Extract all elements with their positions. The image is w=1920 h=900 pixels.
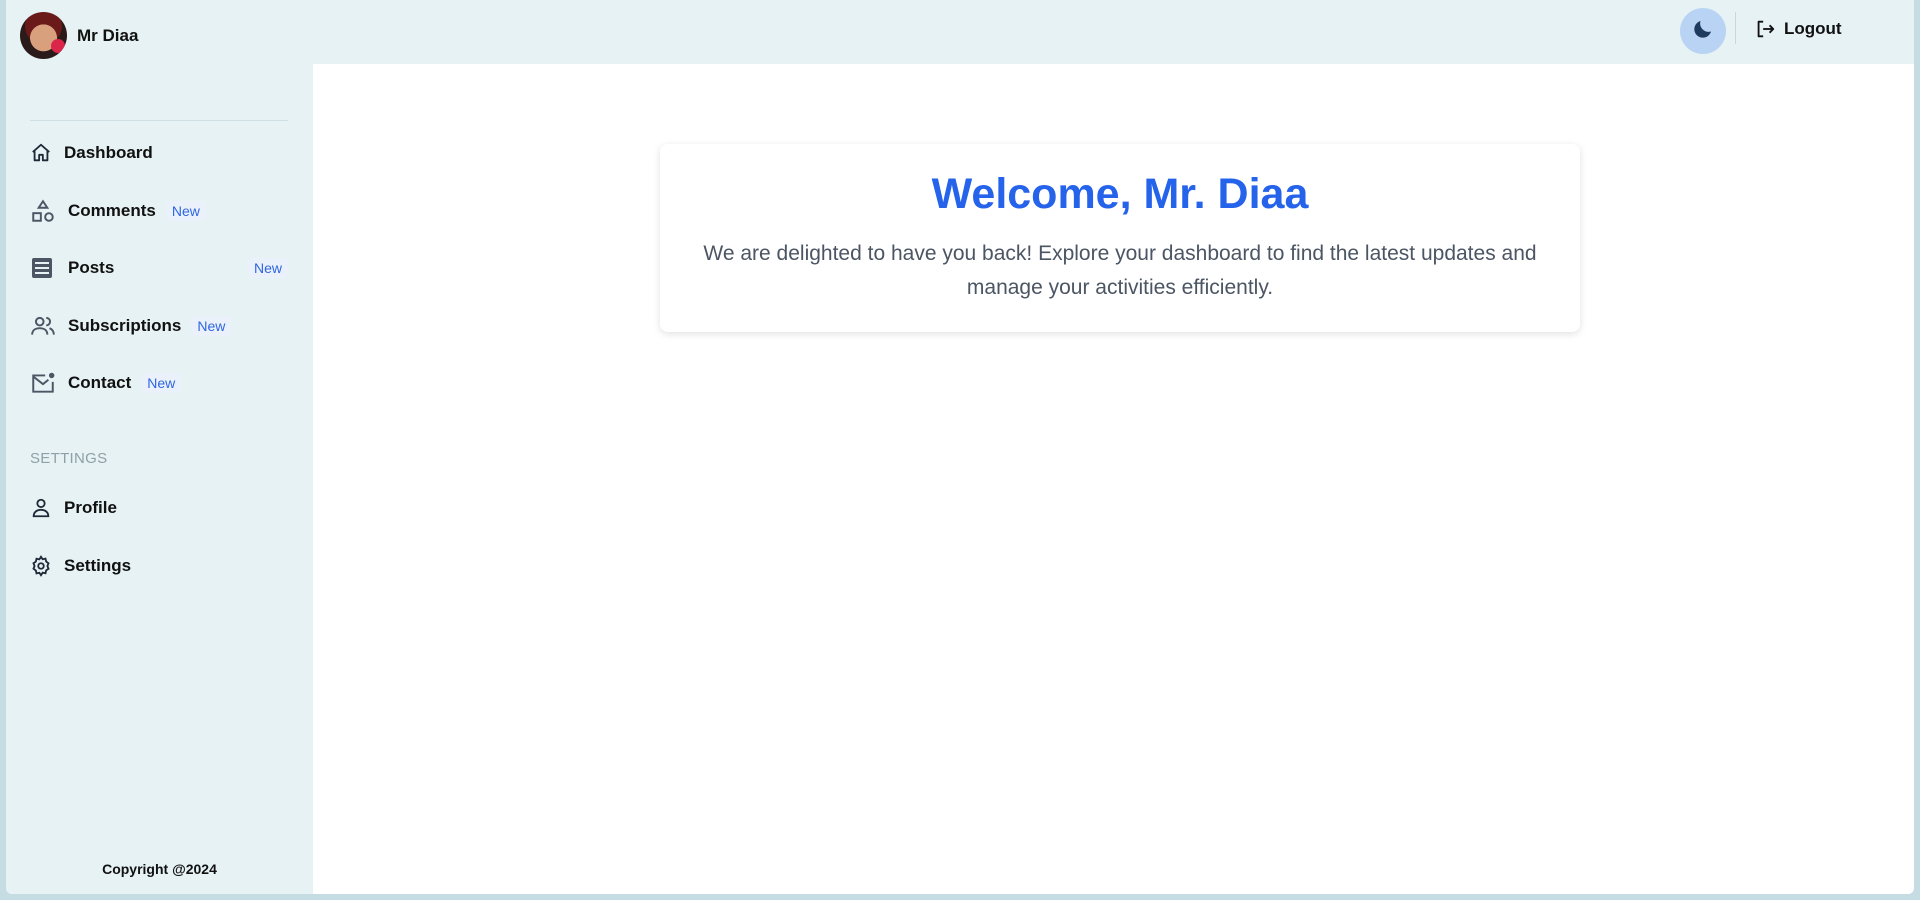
welcome-title: Welcome, Mr. Diaa [931, 170, 1309, 218]
sidebar-item-label: Contact [68, 373, 132, 392]
user-icon [30, 494, 58, 522]
copyright: Copyright @2024 [102, 861, 217, 877]
sidebar-item-contact[interactable]: Contact New [30, 368, 182, 398]
new-badge: New [247, 258, 288, 278]
sidebar-item-dashboard[interactable]: Dashboard [30, 138, 153, 168]
app-window: Mr Diaa Dashboard Comments New Posts New [6, 0, 1914, 894]
welcome-text: We are delighted to have you back! Explo… [703, 242, 1537, 299]
mail-icon [30, 369, 62, 397]
sidebar-divider [30, 120, 288, 121]
shapes-icon [30, 197, 62, 225]
sidebar-item-label: Comments [68, 201, 156, 220]
posts-icon [30, 254, 62, 282]
sidebar-item-settings[interactable]: Settings [30, 551, 131, 581]
theme-toggle-button[interactable] [1680, 8, 1726, 54]
sidebar-item-label: Settings [64, 556, 132, 575]
sidebar-item-comments[interactable]: Comments New [30, 196, 206, 226]
sidebar-item-label: Posts [68, 258, 115, 277]
sidebar-item-label: Subscriptions [68, 316, 182, 335]
sidebar: Mr Diaa Dashboard Comments New Posts New [6, 0, 313, 894]
logout-button[interactable]: Logout [1754, 18, 1842, 40]
welcome-card: Welcome, Mr. Diaa We are delighted to ha… [660, 144, 1580, 332]
new-badge: New [191, 316, 232, 336]
sidebar-item-label: Dashboard [64, 143, 153, 162]
avatar[interactable] [20, 12, 67, 59]
header-divider [1735, 12, 1736, 44]
logout-icon [1754, 18, 1776, 40]
sidebar-item-label: Profile [64, 498, 117, 517]
new-badge: New [141, 373, 182, 393]
users-icon [30, 312, 62, 340]
user-profile[interactable]: Mr Diaa [20, 12, 138, 59]
sidebar-item-posts[interactable]: Posts New [30, 253, 288, 283]
gear-icon [30, 552, 58, 580]
sidebar-item-subscriptions[interactable]: Subscriptions New [30, 311, 232, 341]
settings-section-title: SETTINGS [30, 450, 108, 467]
moon-icon [1691, 17, 1715, 46]
user-name: Mr Diaa [77, 25, 139, 45]
logout-label: Logout [1784, 19, 1842, 38]
home-icon [30, 139, 58, 167]
main-content: Welcome, Mr. Diaa We are delighted to ha… [313, 64, 1914, 894]
sidebar-item-profile[interactable]: Profile [30, 493, 117, 523]
new-badge: New [165, 201, 206, 221]
